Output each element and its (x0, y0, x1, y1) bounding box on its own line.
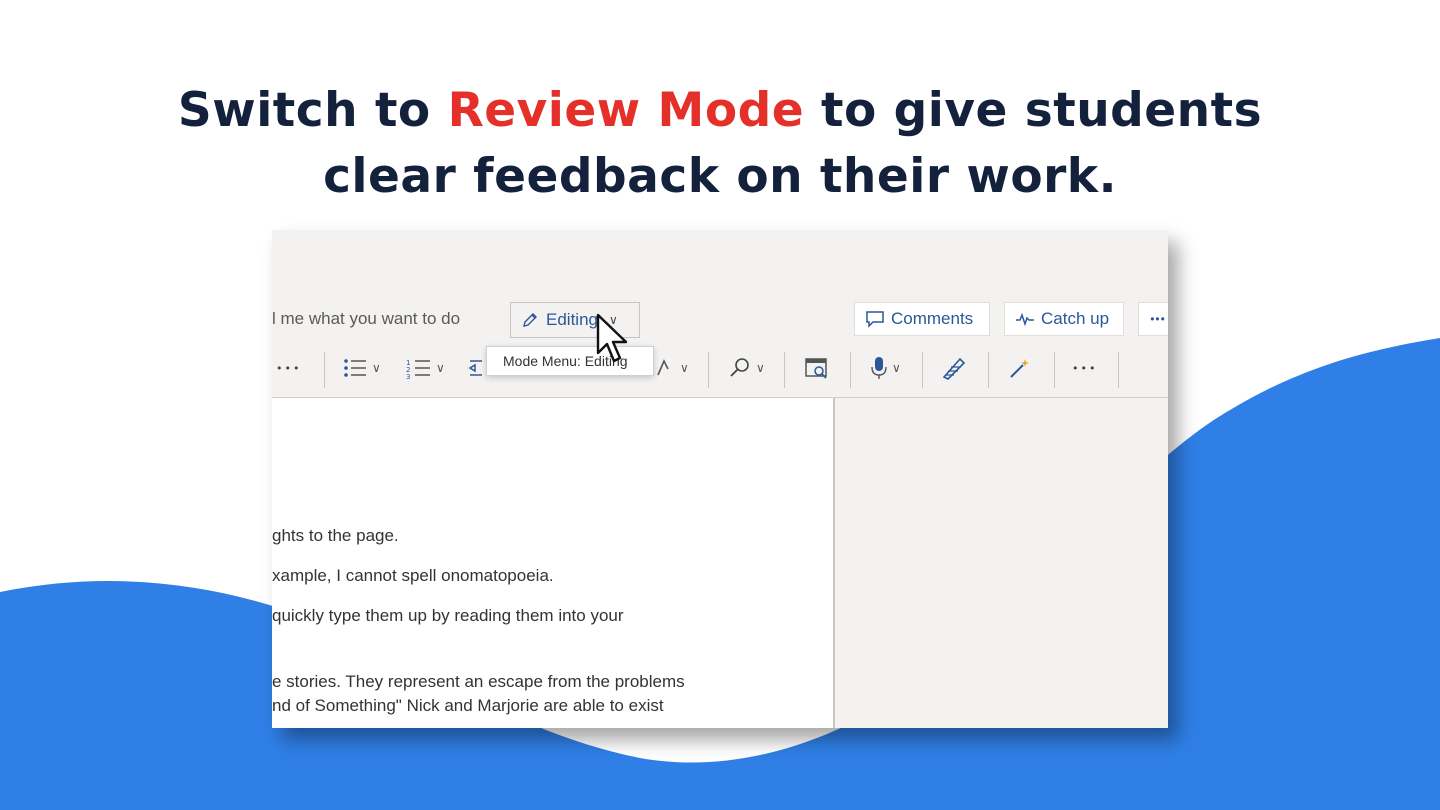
numbering-icon: 123 (406, 359, 430, 379)
ribbon-more-right-button[interactable]: ••• (1072, 346, 1097, 390)
document-line: nd of Something" Nick and Marjorie are a… (272, 696, 664, 715)
ribbon-divider (784, 352, 785, 388)
headline: Switch to Review Mode to give students c… (0, 78, 1440, 210)
ribbon-divider (988, 352, 989, 388)
reuse-files-icon (805, 358, 827, 379)
bullets-button[interactable]: ∨ (342, 346, 381, 390)
catch-up-button[interactable]: Catch up (1004, 302, 1124, 336)
ribbon-divider (1118, 352, 1119, 388)
headline-text-end: to give students (804, 83, 1263, 138)
ribbon-divider (922, 352, 923, 388)
search-icon (730, 358, 749, 377)
ribbon-more-left-button[interactable]: ••• (276, 346, 301, 390)
indent-button[interactable] (468, 346, 482, 390)
editor-button[interactable] (940, 346, 968, 390)
magic-wand-icon (1010, 359, 1029, 378)
designer-button[interactable] (1008, 346, 1032, 390)
headline-text-start: Switch to (177, 83, 448, 138)
styles-button[interactable]: ∨ (654, 346, 689, 390)
document-line: e stories. They represent an escape from… (272, 672, 685, 691)
chevron-down-icon: ∨ (680, 361, 689, 375)
comments-button[interactable]: Comments (854, 302, 990, 336)
more-icon: ••• (1072, 361, 1098, 375)
pulse-icon (1016, 312, 1034, 326)
word-screenshot: l me what you want to do Editing ∨ Comme… (272, 230, 1168, 728)
chevron-down-icon: ∨ (436, 361, 445, 375)
comments-label: Comments (891, 309, 974, 328)
ribbon-divider (324, 352, 325, 388)
ribbon-divider (708, 352, 709, 388)
catch-up-label: Catch up (1041, 309, 1110, 328)
indent-icon (468, 360, 482, 376)
ribbon-divider (1054, 352, 1055, 388)
side-pane (835, 398, 1168, 728)
dictate-button[interactable]: ∨ (870, 346, 901, 390)
headline-accent: Review Mode (447, 83, 805, 138)
numbering-button[interactable]: 123 ∨ (406, 346, 445, 390)
chevron-down-icon: ∨ (372, 361, 381, 375)
microphone-icon (871, 357, 887, 379)
chevron-down-icon: ∨ (756, 361, 765, 375)
styles-icon (657, 359, 669, 376)
bullets-icon (344, 359, 366, 377)
comment-icon (866, 311, 884, 328)
tell-me-search[interactable]: l me what you want to do (272, 309, 460, 329)
pencil-icon (523, 313, 537, 327)
ribbon: ••• ∨ 123 ∨ ∨ ∨ ∨ ••• (272, 346, 1168, 390)
mouse-cursor-icon (596, 313, 628, 363)
mode-menu-label: Editing (546, 310, 598, 329)
more-icon: ••• (276, 361, 302, 375)
more-options-button[interactable]: ••• (1138, 302, 1168, 336)
more-icon: ••• (1150, 312, 1166, 326)
editor-icon (942, 357, 966, 380)
headline-line-1: Switch to Review Mode to give students (0, 78, 1440, 144)
document-line: xample, I cannot spell onomatopoeia. (272, 566, 554, 585)
headline-line-2: clear feedback on their work. (323, 149, 1117, 204)
find-button[interactable]: ∨ (728, 346, 765, 390)
chevron-down-icon: ∨ (892, 361, 901, 375)
document-line: quickly type them up by reading them int… (272, 606, 624, 625)
reuse-files-button[interactable] (804, 346, 830, 390)
ribbon-divider (850, 352, 851, 388)
svg-text:3: 3 (406, 373, 410, 379)
document-page[interactable]: ghts to the page. xample, I cannot spell… (272, 398, 833, 728)
document-line: ghts to the page. (272, 526, 399, 545)
